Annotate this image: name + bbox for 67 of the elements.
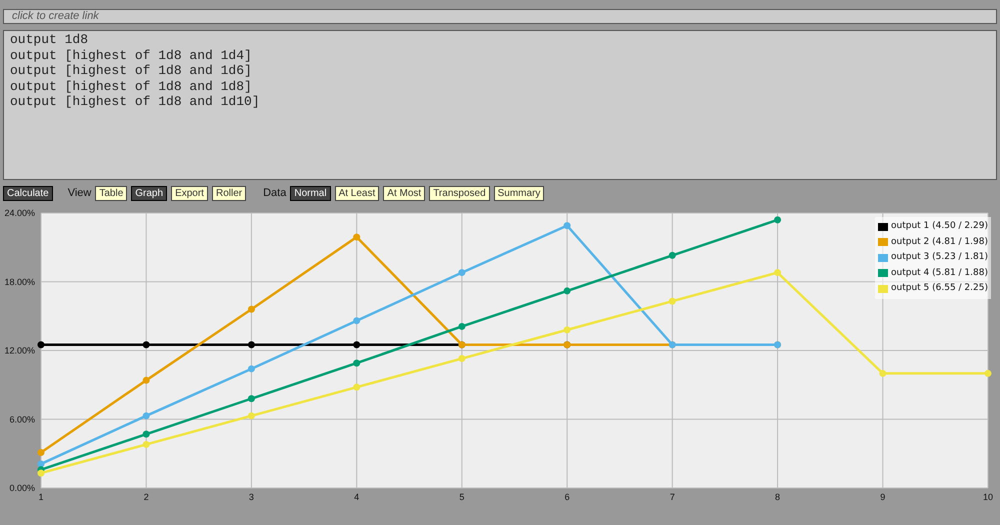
point — [564, 326, 571, 334]
point — [38, 448, 44, 456]
x-tick-label: 8 — [775, 492, 780, 502]
toolbar-tab[interactable]: Summary — [494, 186, 544, 201]
point — [248, 341, 255, 348]
x-tick-label: 5 — [459, 492, 464, 502]
toolbar-tab[interactable]: Export — [171, 186, 208, 201]
legend-swatch — [878, 238, 888, 246]
point — [353, 234, 360, 241]
legend-label: output 4 (5.81 / 1.88) — [891, 266, 988, 280]
group-label: View — [68, 186, 92, 202]
point — [142, 430, 150, 438]
link-field[interactable]: click to create link — [3, 8, 997, 24]
point — [38, 341, 44, 348]
x-tick-label: 4 — [354, 492, 360, 502]
x-tick-label: 3 — [248, 492, 254, 502]
point — [353, 341, 360, 348]
point — [564, 222, 571, 230]
y-tick-label: 0.00% — [9, 483, 35, 493]
group-label: Data — [263, 186, 286, 202]
legend-label: output 1 (4.50 / 2.29) — [891, 220, 988, 233]
point — [248, 395, 255, 402]
toolbar-tab[interactable]: At Least — [334, 186, 380, 201]
y-tick-label: 24.00% — [4, 208, 35, 218]
point — [458, 322, 466, 330]
point — [774, 216, 782, 224]
point — [142, 440, 150, 448]
x-tick-label: 1 — [38, 492, 44, 502]
point — [668, 252, 676, 259]
point — [353, 317, 360, 324]
toolbar-tab[interactable]: Graph — [131, 186, 168, 201]
x-tick-label: 7 — [670, 492, 675, 502]
y-tick-label: 6.00% — [9, 414, 35, 424]
point — [38, 460, 44, 468]
toolbar-tab[interactable]: Roller — [212, 186, 246, 201]
point — [142, 376, 150, 384]
point — [564, 287, 571, 294]
toolbar-tab[interactable]: Table — [95, 186, 128, 201]
x-tick-label: 6 — [564, 492, 570, 502]
y-tick-label: 12.00% — [4, 346, 35, 356]
calculate-button[interactable]: Calculate — [3, 186, 53, 201]
x-tick-label: 10 — [983, 492, 993, 502]
point — [458, 269, 466, 276]
point — [38, 470, 44, 477]
code-editor[interactable]: output 1d8 output [highest of 1d8 and 1d4] output [highest of 1d8 and 1d6] output [highest of 1d8 and 1d8] output [highest of 1d8 and 1d10] — [3, 30, 997, 180]
point — [668, 298, 676, 305]
x-tick-label: 2 — [144, 492, 149, 502]
point — [142, 341, 150, 348]
y-tick-label: 18.00% — [4, 276, 35, 287]
legend-swatch — [878, 269, 888, 278]
toolbar-tab[interactable]: At Most — [383, 186, 426, 201]
point — [248, 306, 255, 313]
toolbar-tab[interactable]: Transposed — [429, 186, 490, 201]
point — [142, 412, 150, 420]
point — [248, 412, 255, 420]
point — [458, 355, 466, 362]
point — [879, 370, 886, 377]
point — [353, 360, 360, 367]
point — [984, 370, 992, 377]
legend-label: output 3 (5.23 / 1.81) — [891, 251, 988, 264]
point — [774, 269, 782, 276]
point — [353, 384, 360, 391]
legend-label: output 2 (4.81 / 1.98) — [891, 236, 988, 248]
x-tick-label: 9 — [880, 492, 886, 502]
toolbar-tab[interactable]: Normal — [290, 186, 331, 201]
point — [248, 365, 255, 372]
legend-label: output 5 (6.55 / 2.25) — [891, 282, 988, 295]
